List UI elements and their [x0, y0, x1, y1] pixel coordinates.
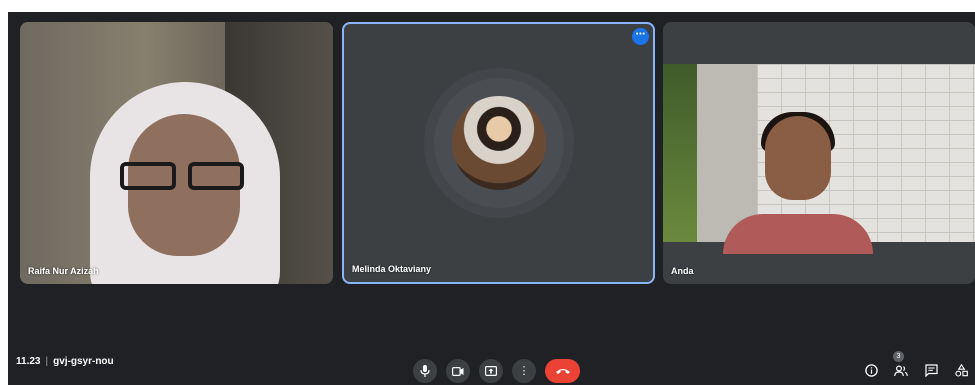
- participant-name: Anda: [671, 266, 694, 276]
- people-count-badge: 3: [893, 351, 904, 362]
- avatar-ring: [433, 78, 564, 208]
- call-end-icon[interactable]: [545, 359, 580, 383]
- chat-icon[interactable]: [920, 358, 942, 382]
- activities-icon[interactable]: [950, 358, 972, 382]
- participant-name: Melinda Oktaviany: [352, 264, 432, 274]
- present-screen-icon[interactable]: [479, 359, 503, 383]
- more-vert-icon[interactable]: ⋮: [512, 359, 536, 383]
- meeting-details: 11.23 | gvj-gsyr-nou: [16, 356, 114, 367]
- videocam-icon[interactable]: [446, 359, 470, 383]
- people-icon[interactable]: 3: [890, 351, 912, 382]
- participant-tile-melinda[interactable]: ⋯ Melinda Oktaviany: [342, 22, 655, 284]
- participant-name: Raifa Nur Azizah: [28, 266, 99, 276]
- camera-feed: [20, 22, 333, 284]
- meet-window: Raifa Nur Azizah ⋯ Melinda Oktaviany And…: [8, 12, 975, 385]
- camera-feed: [663, 64, 975, 254]
- participant-tile-raifa[interactable]: Raifa Nur Azizah: [20, 22, 333, 284]
- avatar: [451, 96, 546, 190]
- mic-icon[interactable]: [413, 359, 437, 383]
- meeting-code: gvj-gsyr-nou: [53, 356, 114, 367]
- info-icon[interactable]: [860, 358, 882, 382]
- meeting-time: 11.23: [16, 356, 41, 367]
- participant-tile-self[interactable]: Anda: [663, 22, 975, 284]
- divider: |: [45, 356, 49, 367]
- more-horiz-icon[interactable]: ⋯: [632, 28, 649, 45]
